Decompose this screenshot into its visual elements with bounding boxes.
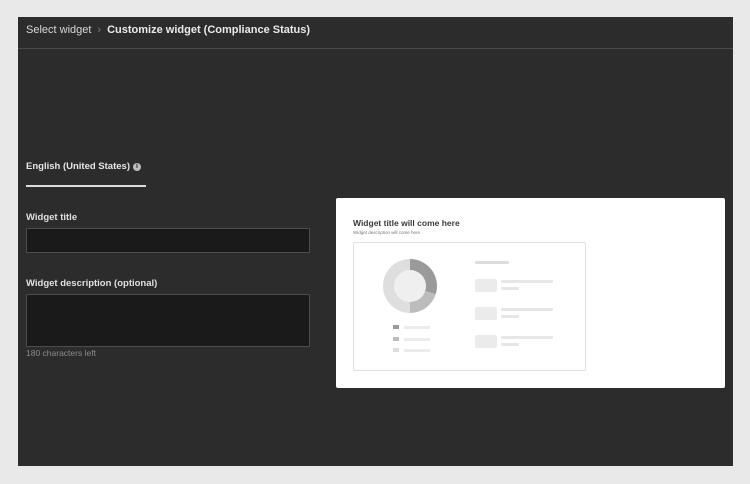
legend-swatch — [393, 325, 399, 329]
info-icon[interactable]: i — [132, 163, 141, 171]
placeholder-line — [501, 336, 553, 339]
chevron-right-icon: › — [97, 24, 102, 36]
widget-preview-card: Widget title will come here Widget descr… — [336, 198, 725, 388]
donut-center — [394, 270, 426, 302]
preview-chart-placeholder — [353, 242, 586, 371]
placeholder-box — [475, 279, 497, 292]
placeholder-line — [501, 287, 519, 290]
breadcrumb: Select widget › Customize widget (Compli… — [26, 21, 310, 39]
legend-swatch — [393, 348, 399, 352]
legend-item — [393, 337, 430, 341]
widget-title-input[interactable] — [26, 228, 310, 253]
legend-swatch — [393, 337, 399, 341]
placeholder-line — [501, 315, 519, 318]
customize-widget-panel: Select widget › Customize widget (Compli… — [18, 17, 733, 466]
legend-text-placeholder — [404, 348, 430, 352]
placeholder-line — [501, 343, 519, 346]
donut-chart-placeholder — [383, 259, 437, 313]
placeholder-box — [475, 335, 497, 348]
placeholder-heading — [475, 261, 509, 264]
breadcrumb-current: Customize widget (Compliance Status) — [107, 24, 311, 36]
tab-language-label: English (United States) — [26, 161, 130, 172]
placeholder-line — [501, 308, 553, 311]
widget-description-label: Widget description (optional) — [26, 278, 158, 289]
widget-description-textarea[interactable] — [26, 294, 310, 347]
header-divider — [18, 48, 733, 49]
characters-left-counter: 180 characters left — [26, 348, 96, 358]
placeholder-line — [501, 280, 553, 283]
preview-title: Widget title will come here — [353, 218, 460, 228]
legend-text-placeholder — [404, 325, 430, 329]
legend-item — [393, 325, 430, 329]
legend-item — [393, 348, 430, 352]
placeholder-box — [475, 307, 497, 320]
preview-description: Widget description will come here — [353, 230, 421, 235]
tab-active-indicator — [26, 185, 146, 187]
widget-title-label: Widget title — [26, 212, 78, 223]
breadcrumb-select-widget[interactable]: Select widget — [26, 24, 91, 36]
legend-text-placeholder — [404, 337, 430, 341]
tab-language-english[interactable]: English (United States) i — [26, 161, 146, 172]
